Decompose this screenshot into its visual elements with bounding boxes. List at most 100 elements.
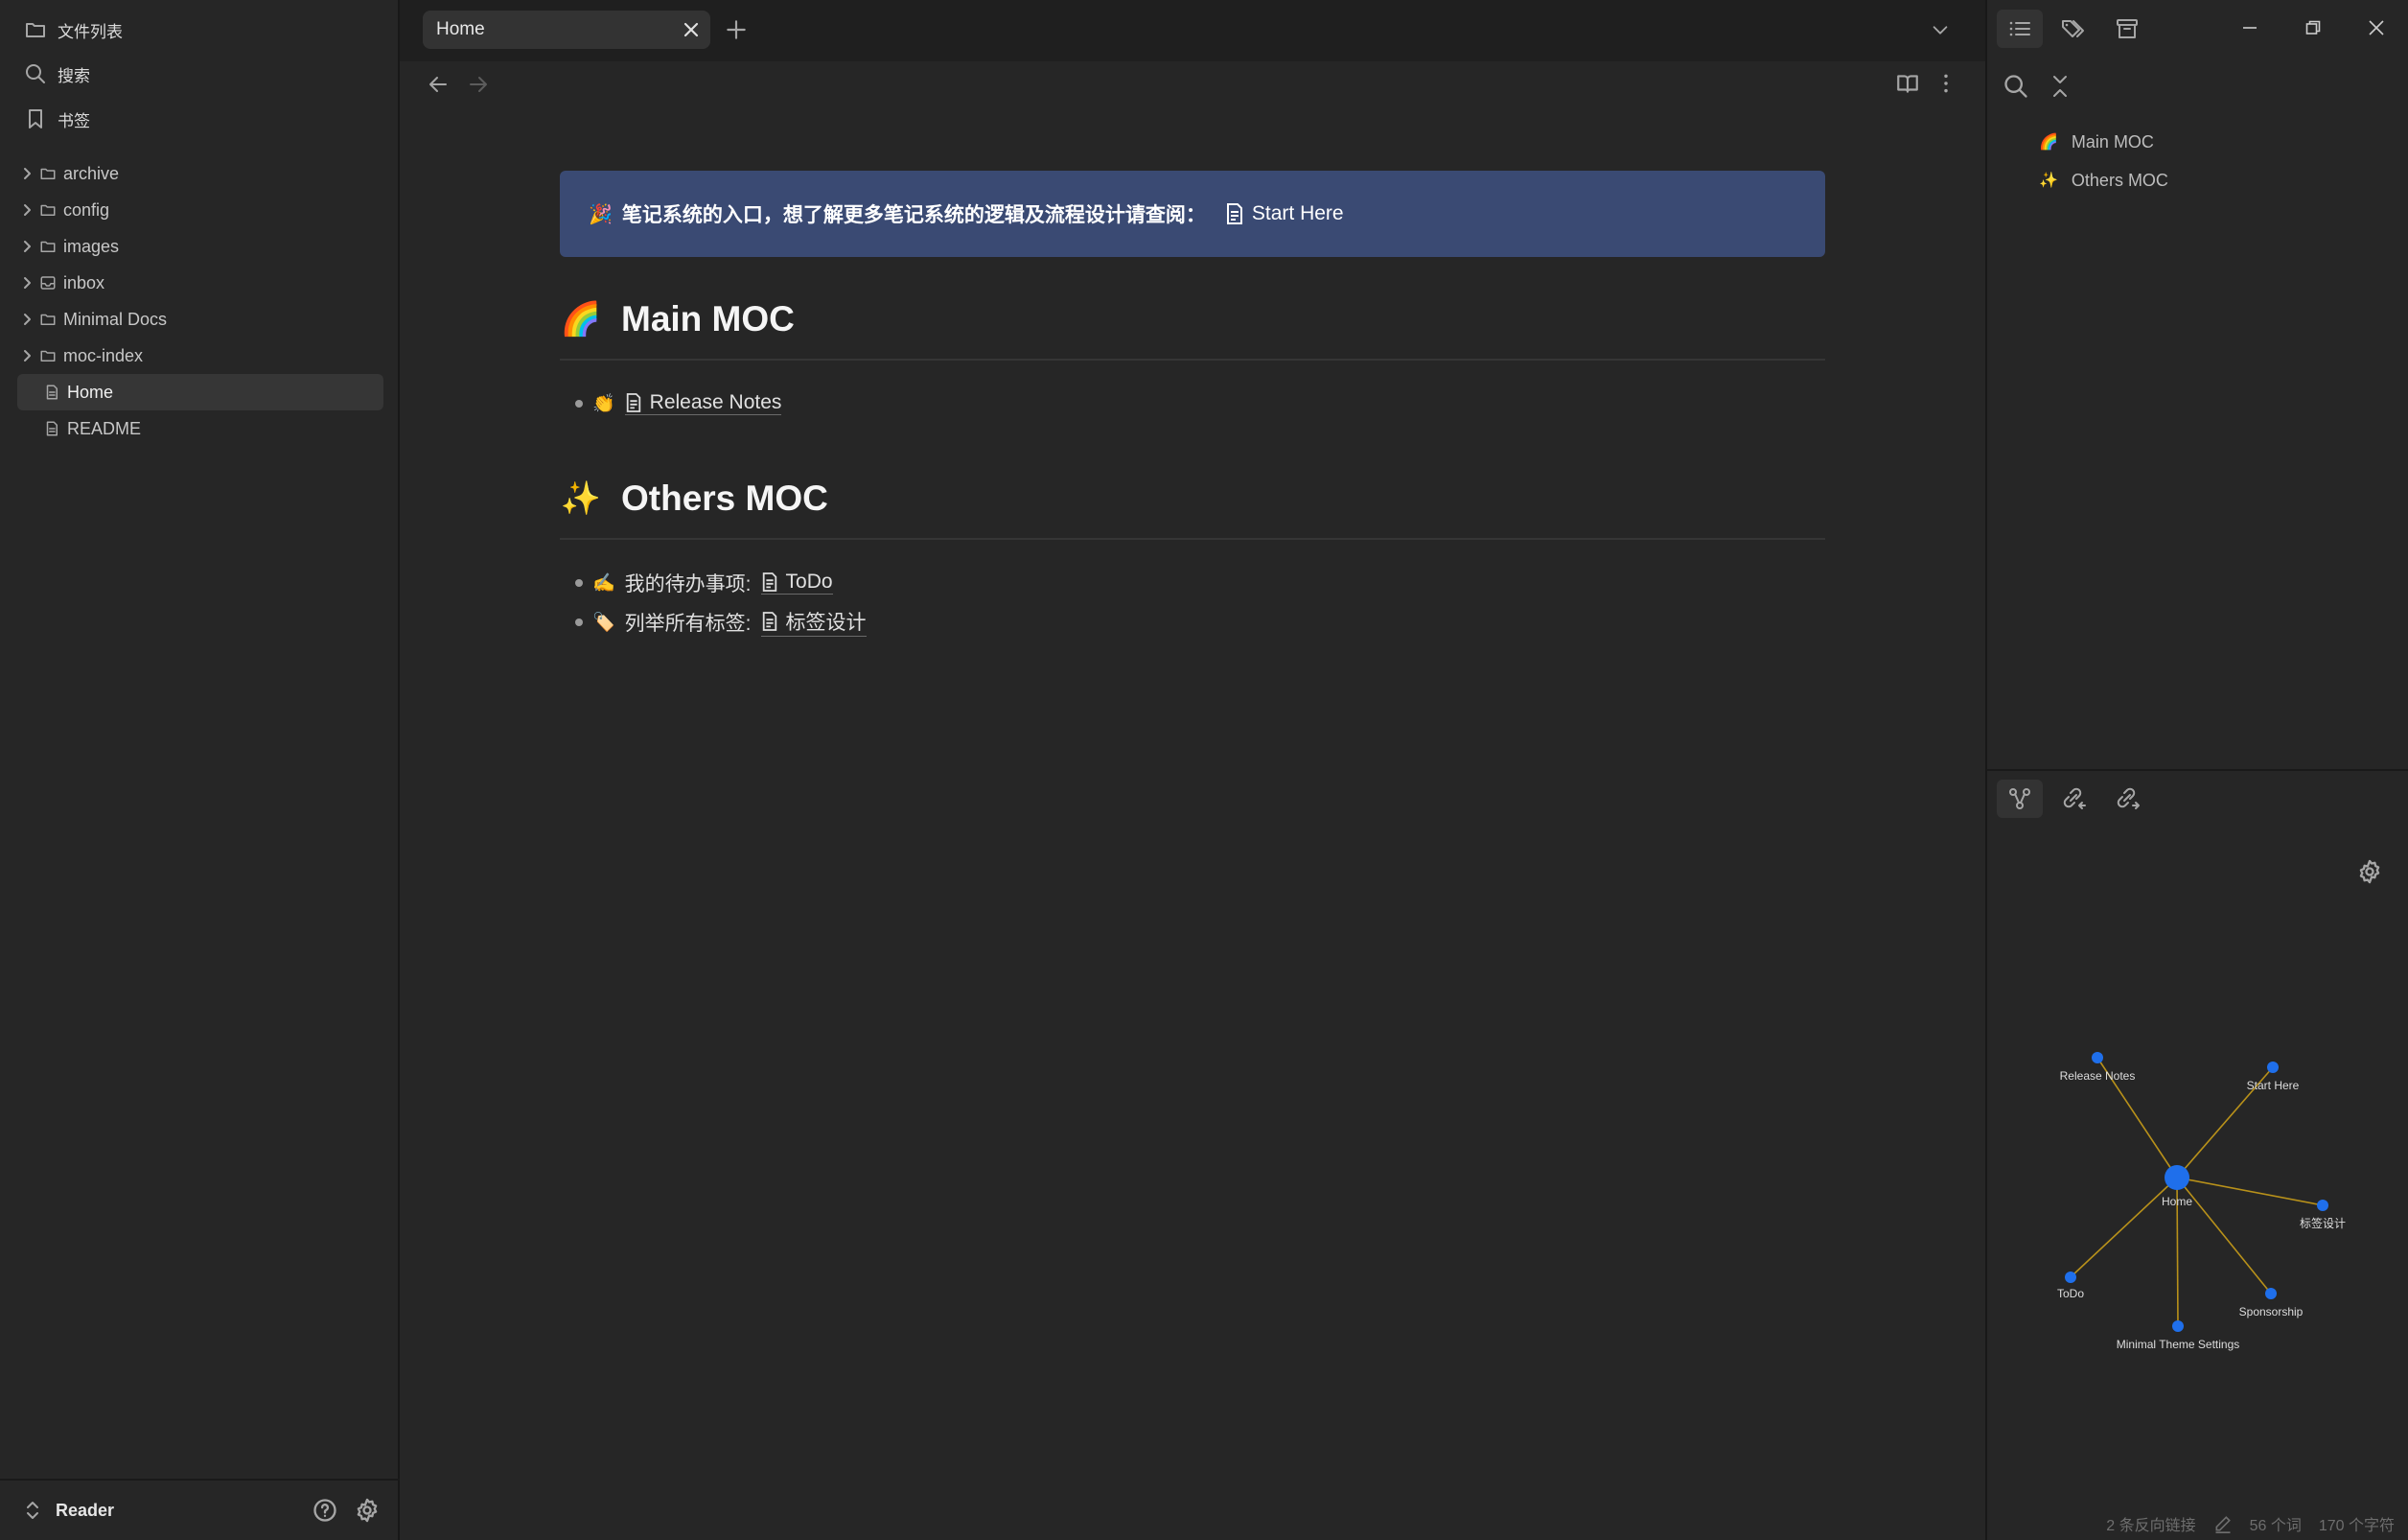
edit-pencil-icon[interactable]	[2213, 1514, 2233, 1533]
tags-icon	[2060, 17, 2087, 40]
todo-link[interactable]: ToDo	[760, 571, 833, 595]
new-tab-plus-icon[interactable]	[724, 17, 749, 42]
tree-label: README	[67, 418, 142, 438]
chevron-down-icon[interactable]	[1930, 19, 1951, 40]
folder-icon	[21, 15, 50, 44]
left-sidebar: 文件列表 搜索 书签 archive config images inbox M…	[0, 0, 400, 1540]
tree-folder-archive[interactable]: archive	[17, 155, 383, 192]
graph-settings-gear-icon[interactable]	[2356, 858, 2383, 885]
graph-canvas[interactable]: Home Release Notes Start Here 标签设计 Spons…	[1987, 997, 2408, 1400]
folder-icon	[38, 346, 58, 365]
tab-title: Home	[436, 19, 485, 39]
bookmark-icon	[21, 105, 50, 133]
archive-tab[interactable]	[2104, 10, 2150, 48]
graph-node	[2172, 1320, 2184, 1332]
link-label: Release Notes	[649, 391, 782, 413]
bullet-list: 👏 Release Notes	[560, 384, 1825, 423]
tree-folder-images[interactable]: images	[17, 228, 383, 265]
chevron-right-icon[interactable]	[17, 338, 36, 374]
release-notes-link[interactable]: Release Notes	[624, 391, 782, 415]
tree-folder-inbox[interactable]: inbox	[17, 265, 383, 301]
graph-nodes	[2065, 1052, 2328, 1332]
vault-switcher[interactable]: Reader	[25, 1500, 114, 1521]
tree-file-home[interactable]: Home	[17, 374, 383, 410]
outgoing-links-tab[interactable]	[2104, 780, 2150, 818]
forward-arrow-icon[interactable]	[467, 73, 490, 96]
window-controls	[2218, 0, 2408, 56]
obsidian-app: 文件列表 搜索 书签 archive config images inbox M…	[0, 0, 2408, 1540]
restore-button[interactable]	[2281, 0, 2345, 56]
help-icon[interactable]	[312, 1497, 338, 1524]
backlinks-count[interactable]: 2 条反向链接	[2106, 1512, 2195, 1535]
graph-node	[2317, 1200, 2328, 1211]
outline-list: 🌈 Main MOC ✨ Others MOC	[2039, 123, 2168, 199]
restore-icon	[2304, 19, 2322, 36]
chevron-right-icon[interactable]	[17, 192, 36, 228]
graph-label-center: Home	[2162, 1195, 2192, 1208]
graph-pane-tabs	[1997, 780, 2150, 818]
label-tag-emoji: 🏷️	[592, 612, 615, 633]
note-content: 🎉 笔记系统的入口，想了解更多笔记系统的逻辑及流程设计请查阅： Start He…	[560, 171, 1825, 642]
chevron-right-icon[interactable]	[17, 265, 36, 301]
start-here-link[interactable]: Start Here	[1225, 202, 1344, 225]
graph-label: Sponsorship	[2239, 1305, 2304, 1318]
minimize-button[interactable]	[2218, 0, 2281, 56]
settings-gear-icon[interactable]	[354, 1497, 381, 1524]
reading-view-book-icon[interactable]	[1895, 71, 1920, 96]
back-arrow-icon[interactable]	[427, 73, 450, 96]
tree-folder-minimal-docs[interactable]: Minimal Docs	[17, 301, 383, 338]
search-icon[interactable]	[2003, 73, 2029, 100]
tree-folder-config[interactable]: config	[17, 192, 383, 228]
file-explorer-label: 文件列表	[58, 22, 123, 41]
heading-others-moc: ✨ Others MOC	[560, 469, 1825, 540]
tab-home[interactable]: Home	[423, 11, 710, 49]
search-button[interactable]: 搜索	[21, 55, 90, 93]
chevron-right-icon[interactable]	[17, 155, 36, 192]
outline-label: Main MOC	[2071, 131, 2154, 152]
graph-label: Release Notes	[2060, 1069, 2136, 1083]
bullet-dot	[575, 578, 583, 587]
folder-icon	[38, 200, 58, 220]
more-options-icon[interactable]	[1933, 71, 1958, 96]
folder-icon	[38, 310, 58, 329]
tree-label: config	[63, 199, 110, 220]
writing-hand-emoji: ✍️	[592, 572, 615, 594]
close-icon[interactable]	[682, 20, 701, 39]
graph-node-center	[2165, 1165, 2189, 1190]
file-explorer-button[interactable]: 文件列表	[21, 11, 123, 49]
rainbow-emoji: 🌈	[560, 301, 602, 338]
tree-folder-moc-index[interactable]: moc-index	[17, 338, 383, 374]
backlinks-tab[interactable]	[2050, 780, 2096, 818]
chevron-right-icon[interactable]	[17, 228, 36, 265]
close-window-button[interactable]	[2345, 0, 2408, 56]
main-editor-pane: Home 🎉 笔记系统的入口，想了解更多笔记系统的逻辑及流程设计请查阅： Sta…	[400, 0, 1985, 1540]
heading-text: Others MOC	[621, 478, 828, 518]
bookmarks-button[interactable]: 书签	[21, 100, 90, 138]
tree-file-readme[interactable]: README	[17, 410, 383, 447]
note-link-icon	[1225, 203, 1244, 224]
tree-label: inbox	[63, 272, 105, 292]
right-sidebar-tabs	[1997, 10, 2150, 48]
minimize-icon	[2241, 19, 2258, 36]
chevron-right-icon[interactable]	[17, 301, 36, 338]
tags-tab[interactable]	[2050, 10, 2096, 48]
outline-item-others-moc[interactable]: ✨ Others MOC	[2039, 161, 2168, 199]
sparkles-emoji: ✨	[560, 480, 602, 517]
outline-tab[interactable]	[1997, 10, 2043, 48]
tag-design-link[interactable]: 标签设计	[760, 607, 867, 637]
bullet-list: ✍️ 我的待办事项: ToDo 🏷️ 列举所有标签: 标签设计	[560, 563, 1825, 642]
status-bar: 2 条反向链接 56 个词 170 个字符	[2106, 1507, 2408, 1540]
pane-divider[interactable]	[1987, 769, 2408, 771]
file-tree: archive config images inbox Minimal Docs	[17, 155, 383, 447]
tree-label: Home	[67, 382, 114, 402]
graph-edges	[2072, 1057, 2319, 1327]
start-here-label: Start Here	[1251, 202, 1344, 224]
local-graph-tab[interactable]	[1997, 780, 2043, 818]
local-graph-view[interactable]: Home Release Notes Start Here 标签设计 Spons…	[1987, 997, 2408, 1400]
outline-item-main-moc[interactable]: 🌈 Main MOC	[2039, 123, 2168, 161]
section-main-moc: 🌈 Main MOC 👏 Release Notes	[560, 290, 1825, 423]
collapse-all-icon[interactable]	[2049, 73, 2072, 100]
tree-label: archive	[63, 163, 120, 183]
tab-bar: Home	[400, 0, 1985, 61]
list-item: 🏷️ 列举所有标签: 标签设计	[560, 602, 1825, 642]
